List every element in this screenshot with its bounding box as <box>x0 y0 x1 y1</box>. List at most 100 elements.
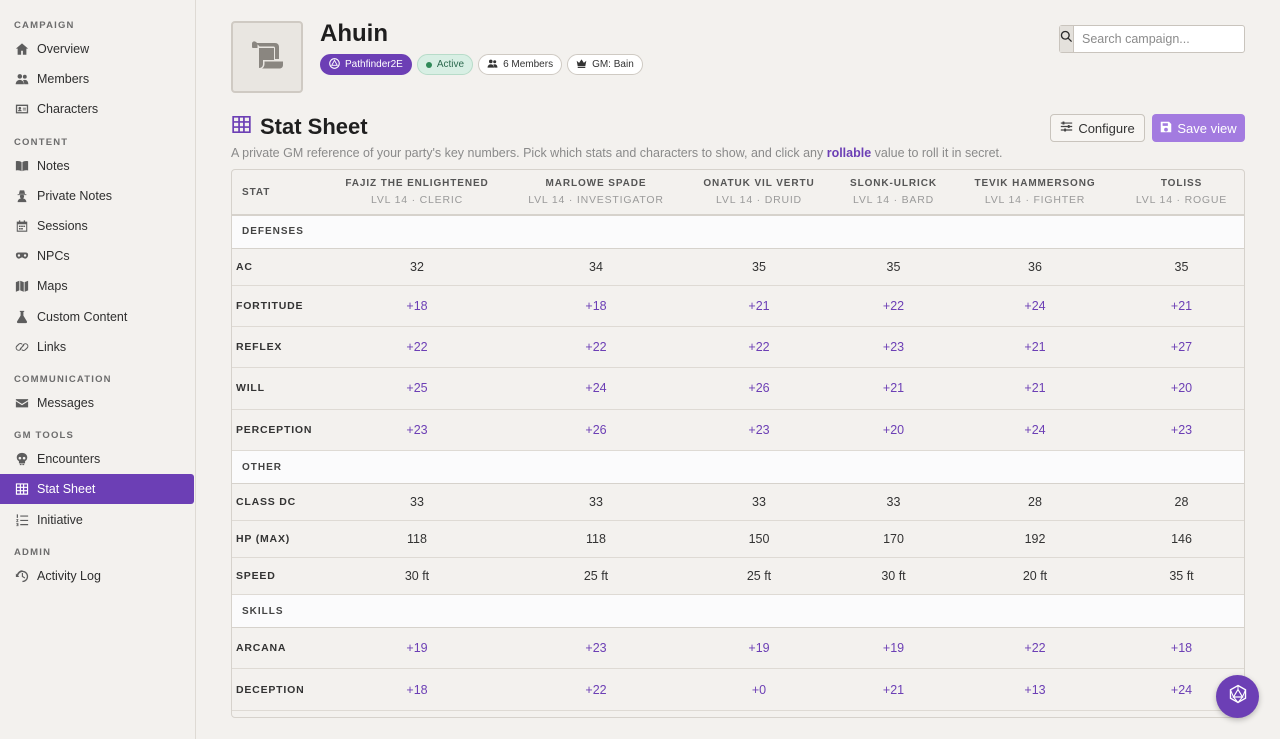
table-row: DECEPTION +18 +22 +0 +21 +13 +24 <box>232 668 1244 711</box>
rollable-stat-value[interactable]: +19 <box>324 627 510 670</box>
rollable-keyword: rollable <box>826 146 872 160</box>
sidebar-item-members[interactable]: Members <box>0 64 195 94</box>
search-input[interactable] <box>1074 26 1251 52</box>
sidebar-item-label: Initiative <box>37 512 83 527</box>
campaign-title: Ahuin <box>320 20 388 47</box>
section-label-gm-tools: GM TOOLS <box>14 430 75 442</box>
description-text: value to roll it in secret. <box>871 146 1003 160</box>
scroll-icon <box>249 39 285 76</box>
rollable-stat-value[interactable]: +20 <box>1119 367 1244 410</box>
sidebar-item-sessions[interactable]: Sessions <box>0 211 195 241</box>
rollable-stat-value[interactable]: +24 <box>510 367 682 410</box>
rollable-stat-value[interactable]: +0 <box>682 668 836 711</box>
rollable-stat-value[interactable]: +21 <box>1119 285 1244 327</box>
stat-value: 146 <box>1119 520 1244 559</box>
stat-label: CLASS DC <box>232 483 324 522</box>
stat-value: 35 <box>682 248 836 286</box>
rollable-stat-value[interactable]: +23 <box>1119 409 1244 452</box>
rollable-stat-value[interactable]: +22 <box>324 326 510 369</box>
sidebar-item-stat-sheet[interactable]: Stat Sheet <box>0 474 194 505</box>
stat-value: 35 <box>1119 248 1244 286</box>
page-title: Stat Sheet <box>260 114 368 139</box>
rollable-stat-value[interactable]: +21 <box>951 367 1119 410</box>
stat-column-header: STAT <box>232 170 324 216</box>
rollable-stat-value[interactable]: +23 <box>682 409 836 452</box>
table-icon <box>14 481 30 497</box>
rollable-stat-value[interactable]: +22 <box>510 326 682 369</box>
rollable-stat-value[interactable]: +19 <box>682 627 836 670</box>
status-badge-label: Active <box>436 59 465 70</box>
rollable-stat-value[interactable]: +19 <box>836 627 951 670</box>
sidebar-item-initiative[interactable]: Initiative <box>0 504 195 534</box>
rollable-stat-value[interactable]: +23 <box>510 627 682 670</box>
sidebar-item-label: Characters <box>37 102 99 117</box>
calendar-icon <box>14 218 30 234</box>
rollable-stat-value[interactable]: +22 <box>951 627 1119 670</box>
rollable-stat-value[interactable]: +22 <box>836 285 951 327</box>
section-label-content: CONTENT <box>14 136 69 148</box>
sidebar-item-notes[interactable]: Notes <box>0 151 195 181</box>
rollable-stat-value[interactable]: +23 <box>836 326 951 369</box>
rollable-stat-value[interactable]: +18 <box>510 285 682 327</box>
section-label-admin: ADMIN <box>14 546 52 558</box>
rollable-stat-value[interactable]: +18 <box>324 668 510 711</box>
mask-icon <box>14 248 30 264</box>
save-view-button[interactable]: Save view <box>1152 114 1245 142</box>
rollable-stat-value[interactable]: +20 <box>836 409 951 452</box>
page-header: Stat Sheet <box>231 114 368 140</box>
rollable-stat-value[interactable]: +18 <box>1119 627 1244 670</box>
list-ol-icon <box>14 512 30 528</box>
sidebar-item-npcs[interactable]: NPCs <box>0 241 195 271</box>
character-column-header: MARLOWE SPADE LVL 14 · INVESTIGATOR <box>510 170 682 216</box>
configure-button[interactable]: Configure <box>1050 114 1145 142</box>
stat-label: HP (MAX) <box>232 520 324 559</box>
system-badge: Pathfinder2E <box>320 54 412 75</box>
rollable-stat-value[interactable]: +22 <box>510 668 682 711</box>
rollable-stat-value[interactable]: +24 <box>951 409 1119 452</box>
sidebar-item-links[interactable]: Links <box>0 332 195 362</box>
stat-label: PERCEPTION <box>232 409 324 452</box>
sidebar-item-label: Overview <box>37 42 90 57</box>
table-header-row: STAT FAJIZ THE ENLIGHTENED LVL 14 · CLERI… <box>232 170 1244 216</box>
rollable-stat-value[interactable]: +24 <box>951 285 1119 327</box>
id-card-icon <box>14 101 30 117</box>
character-column-header: TEVIK HAMMERSONG LVL 14 · FIGHTER <box>951 170 1119 216</box>
sidebar-item-activity-log[interactable]: Activity Log <box>0 561 195 591</box>
sidebar-item-label: Activity Log <box>37 568 101 583</box>
sidebar-item-messages[interactable]: Messages <box>0 388 195 418</box>
users-icon <box>487 58 498 72</box>
sidebar-item-characters[interactable]: Characters <box>0 94 195 124</box>
search-button[interactable] <box>1060 26 1074 52</box>
rollable-stat-value[interactable]: +27 <box>1119 326 1244 369</box>
sidebar-item-label: Maps <box>37 279 68 294</box>
sidebar-item-private-notes[interactable]: Private Notes <box>0 181 195 211</box>
sidebar-item-overview[interactable]: Overview <box>0 34 195 64</box>
rollable-stat-value[interactable]: +22 <box>682 326 836 369</box>
rollable-stat-value[interactable]: +21 <box>836 668 951 711</box>
sidebar-item-custom-content[interactable]: Custom Content <box>0 302 195 332</box>
character-level-class: LVL 14 · DRUID <box>716 193 802 206</box>
stat-value: 33 <box>324 483 510 522</box>
rollable-stat-value[interactable]: +18 <box>324 285 510 327</box>
rollable-stat-value[interactable]: +21 <box>836 367 951 410</box>
rollable-stat-value[interactable]: +21 <box>951 326 1119 369</box>
sidebar-item-label: NPCs <box>37 249 70 264</box>
rollable-stat-value[interactable]: +13 <box>951 668 1119 711</box>
section-label-campaign: CAMPAIGN <box>14 20 75 31</box>
stat-value: 36 <box>951 248 1119 286</box>
rollable-stat-value[interactable]: +26 <box>682 367 836 410</box>
table-row: WILL +25 +24 +26 +21 +21 +20 <box>232 367 1244 410</box>
rollable-stat-value[interactable]: +21 <box>682 285 836 327</box>
dice-roller-button[interactable] <box>1216 675 1259 718</box>
rollable-stat-value[interactable]: +23 <box>324 409 510 452</box>
sidebar-item-label: Notes <box>37 158 70 173</box>
table-row: FORTITUDE +18 +18 +21 +22 +24 +21 <box>232 285 1244 327</box>
stat-value: 35 ft <box>1119 557 1244 596</box>
rollable-stat-value[interactable]: +25 <box>324 367 510 410</box>
map-icon <box>14 278 30 294</box>
sidebar-item-label: Sessions <box>37 219 88 234</box>
sidebar-item-label: Stat Sheet <box>37 482 96 497</box>
rollable-stat-value[interactable]: +26 <box>510 409 682 452</box>
sidebar-item-encounters[interactable]: Encounters <box>0 444 195 474</box>
sidebar-item-maps[interactable]: Maps <box>0 271 195 301</box>
